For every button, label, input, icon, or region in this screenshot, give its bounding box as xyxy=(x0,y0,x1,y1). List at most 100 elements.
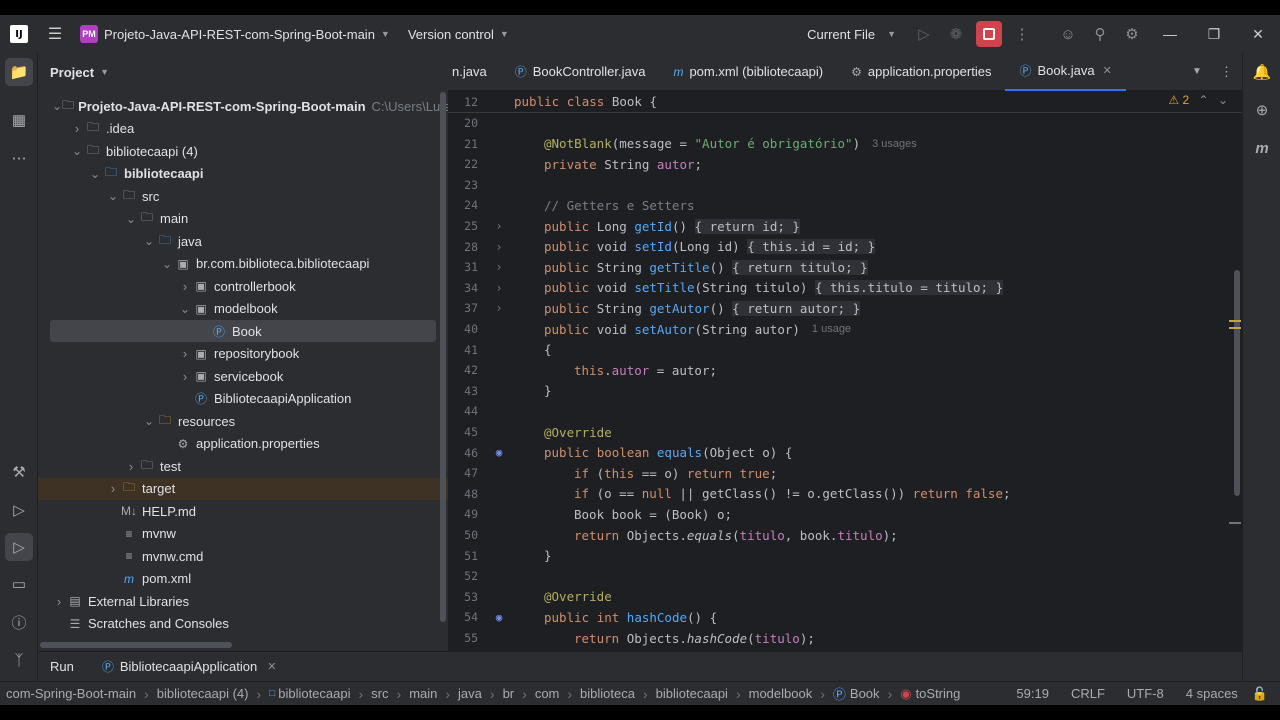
tree-item[interactable]: › ▣ servicebook xyxy=(38,365,448,387)
search-icon[interactable]: ⚲ xyxy=(1084,15,1116,53)
project-name-dropdown[interactable]: Projeto-Java-API-REST-com-Spring-Boot-ma… xyxy=(104,27,375,42)
git-icon[interactable]: ᛉ xyxy=(0,641,38,679)
chevron-down-icon[interactable]: ⌄ xyxy=(70,144,84,158)
warning-marker[interactable] xyxy=(1229,327,1241,329)
tree-item[interactable]: ☰ Scratches and Consoles xyxy=(38,613,448,635)
line-separator[interactable]: CRLF xyxy=(1071,686,1105,701)
breadcrumb-item[interactable]: biblioteca xyxy=(580,686,635,701)
tree-item[interactable]: ⌄ 🗀 java xyxy=(38,230,448,252)
chevron-down-icon[interactable]: ⌄ xyxy=(142,234,156,248)
more-tools-icon[interactable]: ⋯ xyxy=(0,139,38,177)
project-tool-folder-icon[interactable]: 📁 xyxy=(5,58,33,86)
usages-inlay-hint[interactable]: 1 usage xyxy=(812,323,851,335)
code-line[interactable]: 40 public void setAutor(String autor) 1 us… xyxy=(448,319,1242,339)
tree-item[interactable]: ≡ mvnw xyxy=(38,523,448,545)
restore-button[interactable]: ❐ xyxy=(1192,15,1236,53)
override-method-icon[interactable]: ◉ xyxy=(484,446,514,459)
tree-item[interactable]: › ▤ External Libraries xyxy=(38,590,448,612)
chevron-right-icon[interactable]: › xyxy=(124,459,138,474)
tree-item[interactable]: ⌄ 🗀 Projeto-Java-API-REST-com-Spring-Boot-… xyxy=(38,95,448,117)
chevron-right-icon[interactable]: › xyxy=(70,121,84,136)
lock-icon[interactable]: 🔓 xyxy=(1252,686,1268,702)
breadcrumb-item[interactable]: java xyxy=(458,686,482,701)
code-line[interactable]: 48 if (o == null || getClass() != o.getCl… xyxy=(448,484,1242,504)
main-menu-icon[interactable]: ☰ xyxy=(46,25,64,43)
tab-more-icon[interactable]: ⋮ xyxy=(1220,64,1233,80)
tree-item[interactable]: ⌄ 🗀 src xyxy=(38,185,448,207)
close-tab-icon[interactable]: ✕ xyxy=(1103,64,1112,77)
chevron-down-icon[interactable]: ⌄ xyxy=(160,257,174,271)
breadcrumb-item[interactable]: br xyxy=(503,686,515,701)
services-icon[interactable]: ▷ xyxy=(0,491,38,529)
settings-gear-icon[interactable]: ⚙ xyxy=(1116,15,1148,53)
tree-item[interactable]: › 🗀 test xyxy=(38,455,448,477)
intellij-logo-icon[interactable]: IJ xyxy=(10,25,28,43)
chevron-right-icon[interactable]: › xyxy=(52,594,66,609)
run-tool-label[interactable]: Run xyxy=(50,659,74,674)
tree-item[interactable]: › 🗀 target xyxy=(38,477,448,500)
chevron-down-icon[interactable]: ⌄ xyxy=(88,167,102,181)
tree-item[interactable]: › ▣ controllerbook xyxy=(38,275,448,297)
code-line[interactable]: 21 @NotBlank(message = "Autor é obrigatór… xyxy=(448,134,1242,154)
tree-item[interactable]: ⌄ 🗀 bibliotecaapi (4) xyxy=(38,140,448,162)
fold-expand-icon[interactable]: › xyxy=(484,281,514,295)
caret-position[interactable]: 59:19 xyxy=(1016,686,1049,701)
tree-item[interactable]: ⌄ 🗀 bibliotecaapi xyxy=(38,163,448,185)
chevron-down-icon[interactable]: ⌄ xyxy=(142,414,156,428)
version-control-dropdown[interactable]: Version control xyxy=(408,27,494,42)
tree-item[interactable]: ⌄ 🗀 resources xyxy=(38,410,448,432)
tab-previous-java[interactable]: n.java xyxy=(448,53,501,91)
tree-item[interactable]: ⌄ 🗀 main xyxy=(38,208,448,230)
tab-book-java[interactable]: Ⓟ Book.java ✕ xyxy=(1005,53,1126,91)
breadcrumb-item[interactable]: main xyxy=(409,686,437,701)
fold-expand-icon[interactable]: › xyxy=(484,219,514,233)
run-tab-label[interactable]: BibliotecaapiApplication xyxy=(120,659,257,674)
tree-item[interactable]: Ⓟ BibliotecaapiApplication xyxy=(38,388,448,410)
breadcrumb-item[interactable]: com xyxy=(535,686,560,701)
code-line[interactable]: 44 xyxy=(448,401,1242,421)
chevron-down-icon[interactable]: ⌄ xyxy=(124,212,138,226)
usages-inlay-hint[interactable]: 3 usages xyxy=(872,138,917,150)
minimize-button[interactable]: — xyxy=(1148,15,1192,53)
code-line[interactable]: 31 › public String getTitle() { return tit… xyxy=(448,257,1242,277)
code-line[interactable]: 47 if (this == o) return true; xyxy=(448,463,1242,483)
code-line[interactable]: 52 xyxy=(448,566,1242,586)
run-config-dropdown[interactable]: Current File xyxy=(807,27,875,42)
tab-list-chevron-icon[interactable]: ▼ xyxy=(1192,66,1202,77)
tree-item[interactable]: ⌄ ▣ modelbook xyxy=(38,298,448,320)
debug-icon[interactable]: ❁ xyxy=(940,15,972,53)
code-line[interactable]: 22 private String autor; xyxy=(448,154,1242,174)
fold-expand-icon[interactable]: › xyxy=(484,240,514,254)
tree-item[interactable]: Ⓟ Book xyxy=(50,320,436,342)
chevron-right-icon[interactable]: › xyxy=(178,279,192,294)
add-user-icon[interactable]: ☺ xyxy=(1052,15,1084,53)
maven-tool-icon[interactable]: m xyxy=(1243,129,1280,167)
code-line[interactable]: 45 @Override xyxy=(448,422,1242,442)
code-area[interactable]: 12 public class Book { ⚠ 2 ⌃ ⌄ 20 21 @NotB… xyxy=(448,91,1242,651)
code-line[interactable]: 25 › public Long getId() { return id; } xyxy=(448,216,1242,236)
fold-expand-icon[interactable]: › xyxy=(484,301,514,315)
project-vertical-scrollbar[interactable] xyxy=(440,92,446,622)
project-horizontal-scrollbar[interactable] xyxy=(40,642,232,648)
breadcrumb-item[interactable]: com-Spring-Boot-main xyxy=(6,686,136,701)
fold-expand-icon[interactable]: › xyxy=(484,260,514,274)
breadcrumb-item[interactable]: toString xyxy=(916,686,961,701)
tree-item[interactable]: › ▣ repositorybook xyxy=(38,343,448,365)
chevron-down-icon[interactable]: ⌄ xyxy=(178,302,192,316)
breadcrumb-item[interactable]: bibliotecaapi (4) xyxy=(157,686,249,701)
warning-marker[interactable] xyxy=(1229,320,1241,322)
code-line[interactable]: 23 xyxy=(448,175,1242,195)
chevron-down-icon[interactable]: ⌄ xyxy=(106,189,120,203)
breadcrumb-item[interactable]: bibliotecaapi xyxy=(278,686,350,701)
override-method-icon[interactable]: ◉ xyxy=(484,611,514,624)
code-line[interactable]: 43} xyxy=(448,381,1242,401)
stop-button[interactable] xyxy=(976,21,1002,47)
chevron-right-icon[interactable]: › xyxy=(106,481,120,496)
problems-icon[interactable]: ⓘ xyxy=(0,603,38,641)
project-badge[interactable]: PM xyxy=(80,25,98,43)
indent-setting[interactable]: 4 spaces xyxy=(1186,686,1238,701)
code-line[interactable]: 55 return Objects.hashCode(titulo); xyxy=(448,628,1242,648)
code-line[interactable]: 42 this.autor = autor; xyxy=(448,360,1242,380)
file-encoding[interactable]: UTF-8 xyxy=(1127,686,1164,701)
breadcrumb-item[interactable]: bibliotecaapi xyxy=(656,686,728,701)
